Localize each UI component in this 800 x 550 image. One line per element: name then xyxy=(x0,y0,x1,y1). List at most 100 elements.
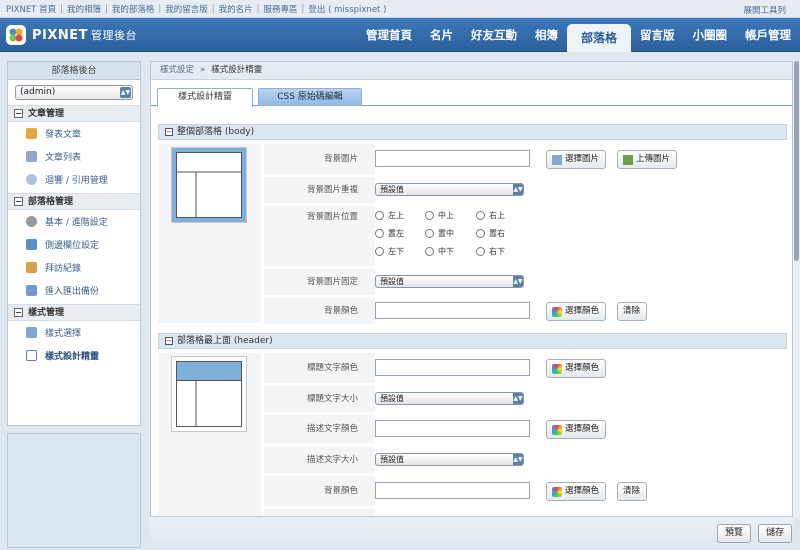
sidebar-section-blog[interactable]: − 部落格管理 xyxy=(8,193,140,210)
row-desc-color: 描述文字顏色 選擇顏色 xyxy=(264,415,787,443)
nav-card[interactable]: 名片 xyxy=(421,18,462,52)
radio-top-right[interactable]: 右上 xyxy=(476,210,505,221)
sidebar-item-backup[interactable]: 匯入匯出備份 xyxy=(8,279,140,302)
row-header-bg-color: 背景顏色 選擇顏色 清除 xyxy=(264,476,787,506)
desc-size-select[interactable]: 預設值 ▲▼ xyxy=(375,453,524,466)
tab-style-wizard[interactable]: 樣式設計精靈 xyxy=(157,88,253,107)
scrollbar-thumb[interactable] xyxy=(794,61,799,261)
bg-repeat-select[interactable]: 預設值 ▲▼ xyxy=(375,183,524,196)
bg-fixed-select[interactable]: 預設值 ▲▼ xyxy=(375,275,524,288)
choose-color-button[interactable]: 選擇顏色 xyxy=(546,302,607,321)
radio-bottom-center[interactable]: 中下 xyxy=(425,246,454,257)
sidebar: 部落格後台 (admin) ▲▼ − 文章管理 發表文章 文章列表 迴響 / 引用管… xyxy=(7,61,141,426)
choose-title-color-button[interactable]: 選擇顏色 xyxy=(546,359,607,378)
sidebar-item-visits[interactable]: 拜訪紀錄 xyxy=(8,256,140,279)
bg-color-input[interactable] xyxy=(375,302,530,319)
main-header: PIXNET 管理後台 管理首頁 名片 好友互動 相簿 部落格 留言版 小圈圈 帳… xyxy=(0,18,800,52)
select-arrow-icon: ▲▼ xyxy=(513,393,523,404)
save-button[interactable]: 儲存 xyxy=(758,524,792,543)
image-icon xyxy=(552,154,562,165)
sidebar-item-style-wizard[interactable]: 樣式設計精靈 xyxy=(8,344,140,367)
row-title-color: 標題文字顏色 選擇顏色 xyxy=(264,353,787,383)
section-header-body[interactable]: − 整個部落格 (body) xyxy=(158,124,787,140)
select-arrow-icon: ▲▼ xyxy=(513,184,523,195)
pixnet-logo-icon xyxy=(6,25,26,45)
topbar-link-blog[interactable]: 我的部落格 xyxy=(112,3,155,15)
topbar-link-logout[interactable]: 登出 ( misspixnet ) xyxy=(308,3,386,15)
collapse-icon[interactable]: − xyxy=(14,197,23,206)
gear-icon xyxy=(26,216,37,227)
nav-blog[interactable]: 部落格 xyxy=(566,24,631,52)
sidebar-section-styles[interactable]: − 樣式管理 xyxy=(8,304,140,321)
radio-middle-right[interactable]: 置右 xyxy=(476,228,505,239)
nav-dashboard[interactable]: 管理首頁 xyxy=(357,18,421,52)
breadcrumb-parent[interactable]: 樣式設定 xyxy=(160,65,194,75)
radio-bottom-right[interactable]: 右下 xyxy=(476,246,505,257)
radio-middle-left[interactable]: 置左 xyxy=(375,228,404,239)
row-title-size: 標題文字大小 預設值 ▲▼ xyxy=(264,386,787,412)
grid-icon xyxy=(26,327,37,338)
header-bg-color-input[interactable] xyxy=(375,482,530,499)
radio-bottom-left[interactable]: 左下 xyxy=(375,246,404,257)
radio-middle-center[interactable]: 置中 xyxy=(425,228,454,239)
list-icon xyxy=(26,151,37,162)
collapse-icon[interactable]: − xyxy=(14,109,23,118)
row-bg-fixed: 背景圖片固定 預設值 ▲▼ xyxy=(264,269,787,295)
nav-groups[interactable]: 小圈圈 xyxy=(684,18,737,52)
topbar-link-guestbook[interactable]: 我的留言版 xyxy=(165,3,208,15)
top-utility-bar: PIXNET 首頁 | 我的相簿 | 我的部落格 | 我的留言版 | 我的名片 | 服務專… xyxy=(0,0,800,18)
title-size-select[interactable]: 預設值 ▲▼ xyxy=(375,392,524,405)
desc-color-input[interactable] xyxy=(375,420,530,437)
row-bg-image: 背景圖片 選擇圖片 上傳圖片 xyxy=(264,144,787,174)
topbar-link-albums[interactable]: 我的相簿 xyxy=(67,3,101,15)
nav-friends[interactable]: 好友互動 xyxy=(462,18,526,52)
sidebar-section-articles[interactable]: − 文章管理 xyxy=(8,105,140,122)
choose-header-bg-color-button[interactable]: 選擇顏色 xyxy=(546,482,607,501)
sidebar-item-new-post[interactable]: 發表文章 xyxy=(8,122,140,145)
bg-image-input[interactable] xyxy=(375,150,530,167)
palette-icon xyxy=(552,306,562,317)
vertical-scrollbar[interactable] xyxy=(793,61,800,517)
choose-image-button[interactable]: 選擇圖片 xyxy=(546,150,607,169)
brand-title: PIXNET 管理後台 xyxy=(32,28,138,43)
nav-albums[interactable]: 相簿 xyxy=(526,18,567,52)
collapse-icon[interactable]: − xyxy=(165,336,173,345)
tab-css-editor[interactable]: CSS 原始碼編輯 xyxy=(258,88,362,106)
row-bg-repeat: 背景圖片重複 預設值 ▲▼ xyxy=(264,177,787,203)
palette-icon xyxy=(552,424,562,435)
code-icon xyxy=(26,350,37,361)
clear-header-bg-color-button[interactable]: 清除 xyxy=(617,482,648,501)
backup-icon xyxy=(26,285,37,296)
topbar-link-home[interactable]: PIXNET 首頁 xyxy=(6,3,56,15)
sidebar-item-settings[interactable]: 基本 / 進階設定 xyxy=(8,210,140,233)
sidebar-item-style-select[interactable]: 樣式選擇 xyxy=(8,321,140,344)
sidebar-item-comments[interactable]: 迴響 / 引用管理 xyxy=(8,168,140,191)
section-header-header[interactable]: − 部落格最上面 (header) xyxy=(158,333,787,349)
radio-top-left[interactable]: 左上 xyxy=(375,210,404,221)
collapse-icon[interactable]: − xyxy=(165,127,173,136)
bg-position-radio-group: 左上 中上 右上 置左 置中 置右 左下 中下 右下 xyxy=(375,206,787,266)
blog-select[interactable]: (admin) ▲▼ xyxy=(15,85,133,100)
collapse-icon[interactable]: − xyxy=(14,308,23,317)
tab-bar: 樣式設計精靈 CSS 原始碼編輯 xyxy=(151,80,792,107)
choose-desc-color-button[interactable]: 選擇顏色 xyxy=(546,420,607,439)
title-color-input[interactable] xyxy=(375,359,530,376)
radio-top-center[interactable]: 中上 xyxy=(425,210,454,221)
pencil-icon xyxy=(26,128,37,139)
topbar-link-card[interactable]: 我的名片 xyxy=(219,3,253,15)
nav-account[interactable]: 帳戶管理 xyxy=(736,18,800,52)
clear-color-button[interactable]: 清除 xyxy=(617,302,648,321)
row-desc-size: 描述文字大小 預設值 ▲▼ xyxy=(264,447,787,473)
nav-guestbook[interactable]: 留言版 xyxy=(631,18,684,52)
sidebar-item-post-list[interactable]: 文章列表 xyxy=(8,145,140,168)
comment-icon xyxy=(26,174,37,185)
sidebar-item-sidebar-settings[interactable]: 側邊欄位設定 xyxy=(8,233,140,256)
expand-toolbar-link[interactable]: 展開工具列 xyxy=(743,4,786,16)
main-nav: 管理首頁 名片 好友互動 相簿 部落格 留言版 小圈圈 帳戶管理 xyxy=(357,18,800,52)
sidebar-title: 部落格後台 xyxy=(8,62,140,80)
topbar-link-service[interactable]: 服務專區 xyxy=(264,3,298,15)
select-arrow-icon: ▲▼ xyxy=(120,87,131,98)
upload-image-button[interactable]: 上傳圖片 xyxy=(617,150,678,169)
select-arrow-icon: ▲▼ xyxy=(513,276,523,287)
preview-button[interactable]: 預覽 xyxy=(717,524,751,543)
